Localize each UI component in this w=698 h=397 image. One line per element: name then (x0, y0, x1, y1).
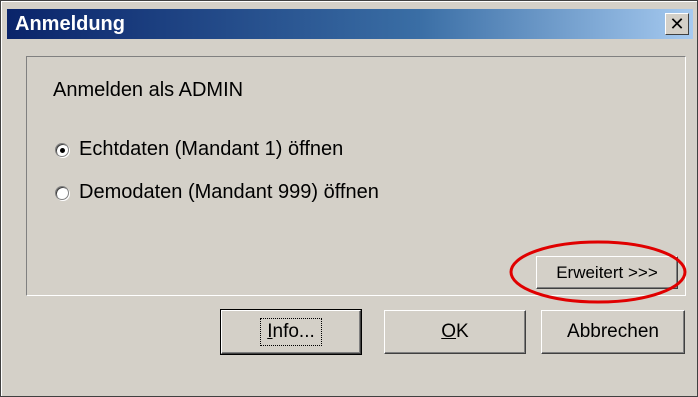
dialog-window: Anmeldung ✕ Anmelden als ADMIN Echtdaten… (0, 0, 698, 397)
login-heading: Anmelden als ADMIN (53, 79, 244, 101)
cancel-button[interactable]: Abbrechen (541, 310, 685, 354)
option-demo-data-label: Demodaten (Mandant 999) öffnen (79, 181, 379, 203)
title-bar[interactable]: Anmeldung ✕ (7, 9, 693, 39)
cancel-label: Abbrechen (567, 321, 659, 342)
option-real-data[interactable]: Echtdaten (Mandant 1) öffnen (55, 138, 343, 161)
advanced-button[interactable]: Erweitert >>> (536, 256, 678, 289)
close-icon: ✕ (669, 13, 685, 34)
option-real-data-label: Echtdaten (Mandant 1) öffnen (79, 138, 344, 160)
radio-selected-icon[interactable] (55, 142, 69, 157)
ok-mnemonic: O (441, 321, 457, 342)
info-button[interactable]: Info... (220, 309, 362, 355)
ok-label: K (456, 321, 469, 342)
info-button-focus: Info... (260, 318, 322, 346)
close-button[interactable]: ✕ (665, 13, 689, 35)
radio-unselected-icon[interactable] (55, 185, 69, 200)
advanced-button-label: Erweitert >>> (556, 262, 658, 282)
ok-button[interactable]: OK (384, 310, 526, 354)
info-label: nfo... (272, 321, 315, 342)
dialog-title: Anmeldung (15, 13, 125, 35)
option-demo-data[interactable]: Demodaten (Mandant 999) öffnen (55, 181, 379, 204)
